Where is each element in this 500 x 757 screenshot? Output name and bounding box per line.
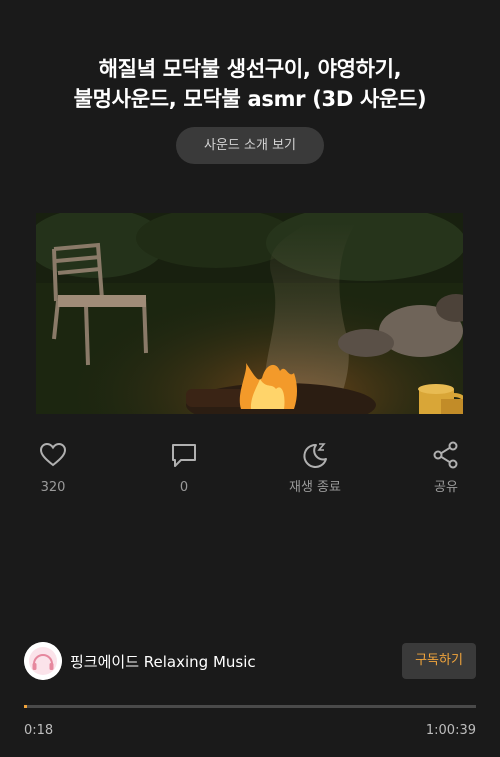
comment-button[interactable]: 0	[139, 440, 229, 496]
action-bar: 320 0 재생 종료 공유	[0, 440, 500, 500]
video-title-line-2: 불멍사운드, 모닥불 asmr (3D 사운드)	[73, 87, 427, 111]
share-button[interactable]: 공유	[401, 440, 491, 496]
subscribe-button[interactable]: 구독하기	[402, 643, 476, 679]
sleep-timer-button[interactable]: 재생 종료	[270, 440, 360, 496]
comment-count: 0	[179, 480, 189, 495]
current-time: 0:18	[24, 723, 54, 738]
player-screen: 해질녘 모닥불 생선구이, 야영하기, 불멍사운드, 모닥불 asmr (3D …	[0, 0, 500, 757]
total-time: 1:00:39	[425, 723, 476, 738]
video-title: 해질녘 모닥불 생선구이, 야영하기, 불멍사운드, 모닥불 asmr (3D …	[20, 54, 480, 114]
sound-intro-button[interactable]: 사운드 소개 보기	[176, 127, 324, 164]
like-count: 320	[40, 480, 66, 495]
share-icon	[433, 441, 458, 469]
like-button[interactable]: 320	[8, 440, 98, 496]
progress-bar[interactable]	[24, 705, 476, 708]
video-title-line-1: 해질녘 모닥불 생선구이, 야영하기,	[98, 57, 402, 81]
channel-name[interactable]: 핑크에이드 Relaxing Music	[70, 652, 256, 672]
headphones-logo-icon	[24, 642, 62, 680]
channel-row: 핑크에이드 Relaxing Music 구독하기	[24, 642, 476, 682]
heart-icon	[39, 442, 67, 467]
campfire-scene-image	[36, 213, 463, 414]
video-thumbnail[interactable]	[36, 213, 463, 414]
sleep-timer-icon	[303, 443, 327, 468]
progress-fill	[24, 705, 27, 708]
comment-icon	[172, 444, 196, 467]
share-label: 공유	[434, 480, 458, 495]
channel-avatar[interactable]	[24, 642, 62, 680]
sleep-timer-label: 재생 종료	[289, 480, 341, 495]
